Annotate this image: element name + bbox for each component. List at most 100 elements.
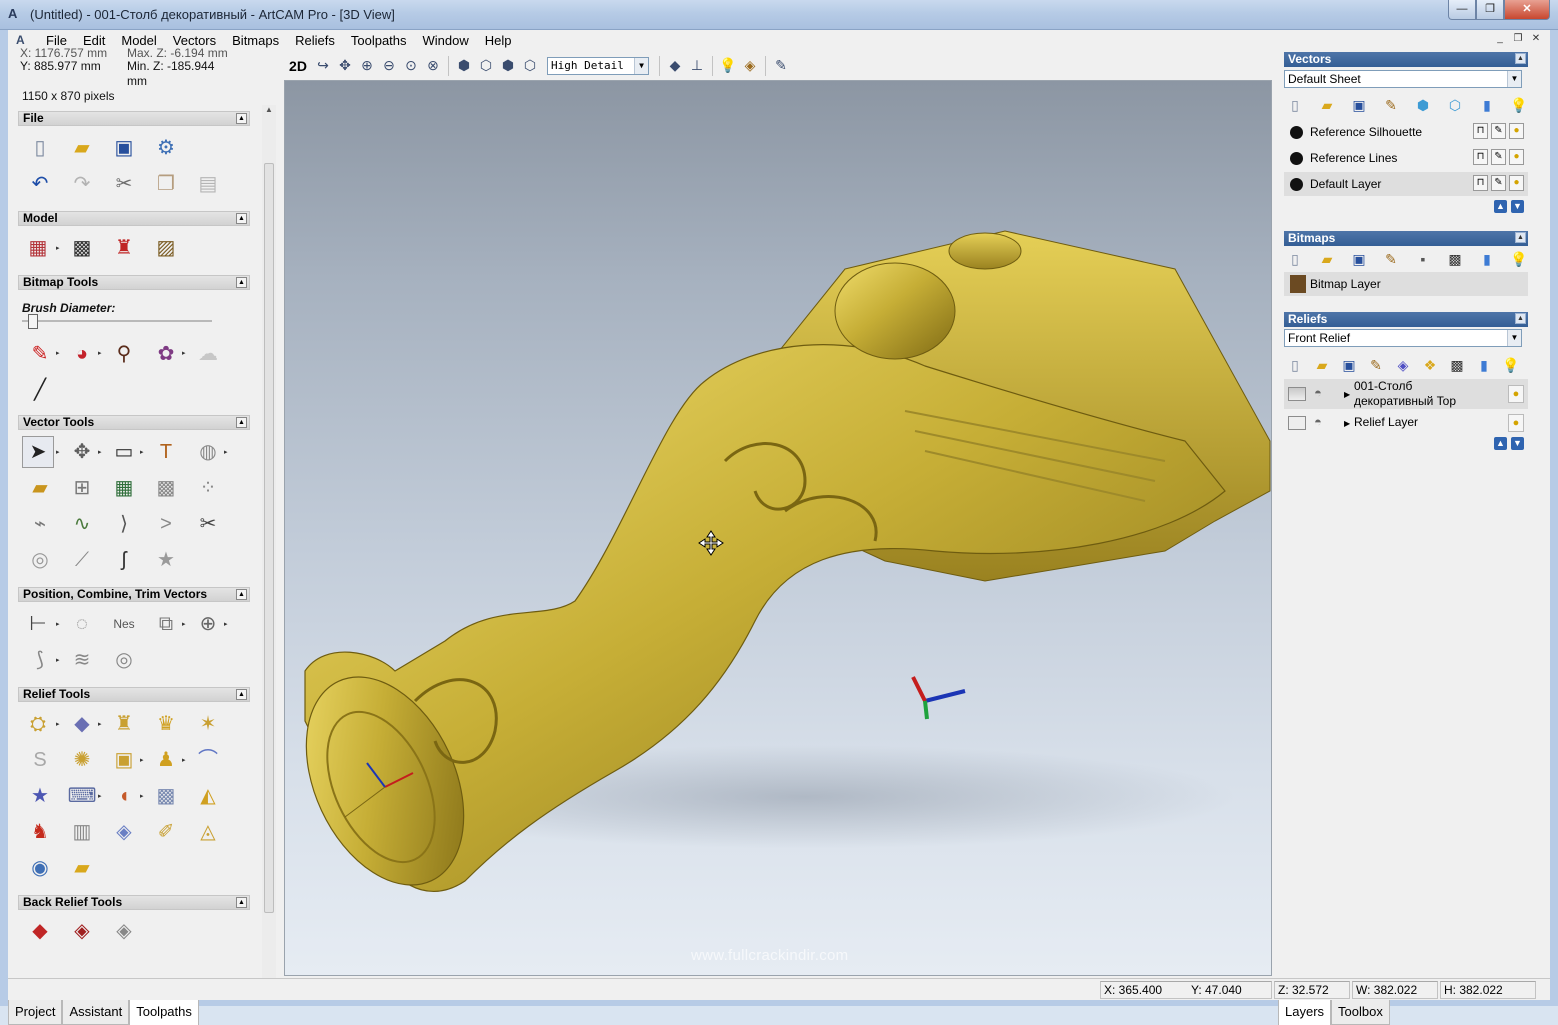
flyout-arrow-icon[interactable]: ▸ (224, 448, 230, 458)
texture-model-icon[interactable]: ▨ (150, 232, 182, 264)
flyout-arrow-icon[interactable]: ▸ (98, 792, 104, 802)
group-vectors-icon[interactable]: ⧉ (150, 608, 182, 640)
lock-icon[interactable]: ⊓ (1473, 149, 1488, 165)
relief-wizard-icon[interactable]: ⌒ (192, 744, 224, 776)
position-section-header[interactable]: Position, Combine, Trim Vectors ▲ (18, 587, 250, 602)
layer-image-icon[interactable]: ▩ (1444, 249, 1466, 269)
move-up-icon[interactable]: ▲ (1494, 437, 1507, 450)
color-palette-icon[interactable]: ✿ (150, 338, 182, 370)
light-bulb-icon[interactable]: ● (1508, 414, 1524, 432)
axes-view-icon[interactable]: ⊥ (686, 55, 708, 77)
paste-icon[interactable]: ▤ (192, 168, 224, 200)
flyout-arrow-icon[interactable]: ▸ (56, 349, 62, 359)
relief-globe-icon[interactable]: ◉ (24, 852, 56, 884)
relief-tools-section-header[interactable]: Relief Tools ▲ (18, 687, 250, 702)
relief-slice-icon[interactable]: ◬ (192, 816, 224, 848)
open-model-icon[interactable]: ▰ (66, 132, 98, 164)
face-relief-icon[interactable]: ♟ (150, 744, 182, 776)
close-button[interactable]: ✕ (1504, 0, 1550, 20)
chevron-down-icon[interactable]: ▼ (1507, 330, 1521, 346)
light-bulb-icon[interactable]: ● (1509, 123, 1524, 139)
relief-group-row[interactable]: ◓ ▶ 001-Столб декоративный Top ● (1284, 379, 1528, 409)
light-bulb-icon[interactable]: ● (1508, 385, 1524, 403)
layer-visibility-icon[interactable]: 💡 (1500, 355, 1522, 375)
move-up-icon[interactable]: ▲ (1494, 200, 1507, 213)
nesting-icon[interactable]: Nes (108, 608, 140, 640)
vector-tools-section-header[interactable]: Vector Tools ▲ (18, 415, 250, 430)
back-relief-icon[interactable]: ◆ (24, 915, 56, 947)
vectors-panel-header[interactable]: Vectors ▲ (1284, 52, 1528, 67)
open-relief-icon[interactable]: ▰ (66, 852, 98, 884)
mdi-restore-button[interactable]: ❐ (1510, 32, 1526, 47)
top-view-icon[interactable]: ⬡ (519, 55, 541, 77)
zoom-fit-icon[interactable]: ⊙ (400, 55, 422, 77)
layer-brush-icon[interactable]: ✎ (1365, 355, 1387, 375)
open-layer-icon[interactable]: ▰ (1311, 355, 1333, 375)
flyout-arrow-icon[interactable]: ▸ (182, 756, 188, 766)
copy-icon[interactable]: ❐ (150, 168, 182, 200)
layer-brush-icon[interactable]: ✎ (1380, 249, 1402, 269)
menu-help[interactable]: Help (477, 33, 520, 48)
lock-icon[interactable]: ⊓ (1473, 123, 1488, 139)
back-relief-layers-icon[interactable]: ◈ (108, 915, 140, 947)
collapse-icon[interactable]: ▲ (236, 589, 247, 600)
smooth-relief-icon[interactable]: ◖ (108, 780, 140, 812)
collapse-icon[interactable]: ▲ (236, 417, 247, 428)
back-relief-section-header[interactable]: Back Relief Tools ▲ (18, 895, 250, 910)
save-layer-icon[interactable]: ▣ (1338, 355, 1360, 375)
plane-view-icon[interactable]: ◆ (664, 55, 686, 77)
bitmaps-panel-header[interactable]: Bitmaps ▲ (1284, 231, 1528, 246)
document-menu-icon[interactable]: A (16, 33, 32, 47)
delete-layer-icon[interactable]: ▮ (1473, 355, 1495, 375)
layer-visibility-icon[interactable]: 💡 (1508, 249, 1530, 269)
pan-arrow-icon[interactable]: ↪ (312, 55, 334, 77)
delete-layer-icon[interactable]: ▮ (1476, 95, 1498, 115)
move-view-icon[interactable]: ✥ (334, 55, 356, 77)
relief-mode-icon[interactable]: ◓ (1314, 385, 1322, 400)
relief-library-icon[interactable]: ⌨ (66, 780, 98, 812)
collapse-icon[interactable]: ▲ (1515, 53, 1526, 64)
save-model-icon[interactable]: ▣ (108, 132, 140, 164)
layer-brush-icon[interactable]: ✎ (1380, 95, 1402, 115)
front-view-icon[interactable]: ⬡ (475, 55, 497, 77)
mdi-minimize-button[interactable]: _ (1492, 32, 1508, 47)
vector-text-icon[interactable]: ▦ (108, 472, 140, 504)
flyout-arrow-icon[interactable]: ▸ (56, 620, 62, 630)
relief-mode-icon[interactable]: ◓ (1314, 414, 1322, 429)
scale-model-icon[interactable]: ▩ (66, 232, 98, 264)
flyout-arrow-icon[interactable]: ▸ (140, 756, 146, 766)
measure-icon[interactable]: ▰ (24, 472, 56, 504)
tab-layers[interactable]: Layers (1278, 999, 1332, 1025)
layer-color-swatch[interactable] (1290, 178, 1303, 191)
vector-layer-row-selected[interactable]: Default Layer ⊓ ✎ ● (1284, 172, 1528, 196)
flyout-arrow-icon[interactable]: ▸ (140, 448, 146, 458)
3d-view-canvas[interactable]: www.fullcrackindir.com (284, 80, 1272, 976)
two-rail-sweep-icon[interactable]: S (24, 744, 56, 776)
mdi-close-button[interactable]: ✕ (1528, 32, 1544, 47)
flyout-arrow-icon[interactable]: ▸ (182, 620, 188, 630)
cut-icon[interactable]: ✂ (108, 168, 140, 200)
align-vectors-icon[interactable]: ⊢ (22, 608, 54, 640)
set-model-position-icon[interactable]: ▦ (22, 232, 54, 264)
layer-stack-icon[interactable]: ◈ (1392, 355, 1414, 375)
tab-project[interactable]: Project (8, 999, 63, 1025)
star-relief-icon[interactable]: ★ (24, 780, 56, 812)
flyout-arrow-icon[interactable]: ▸ (98, 349, 104, 359)
extrude-disc-icon[interactable]: ◎ (24, 544, 56, 576)
layer-image-icon[interactable]: ▩ (1446, 355, 1468, 375)
relief-layer-row[interactable]: ◓ ▶ Relief Layer ● (1284, 411, 1528, 435)
menu-reliefs[interactable]: Reliefs (287, 33, 343, 48)
menu-toolpaths[interactable]: Toolpaths (343, 33, 415, 48)
edit-pen-icon[interactable]: ✎ (1491, 175, 1506, 191)
brush-diameter-slider[interactable] (22, 320, 212, 322)
clone-relief-icon[interactable]: ♞ (24, 816, 56, 848)
collapse-icon[interactable]: ▲ (1515, 232, 1526, 243)
extrude-icon[interactable]: ♜ (108, 708, 140, 740)
light-bulb-icon[interactable]: ● (1509, 149, 1524, 165)
relief-select[interactable]: Front Relief ▼ (1284, 329, 1522, 347)
snap-grid-icon[interactable]: ⊞ (66, 472, 98, 504)
2d-view-button[interactable]: 2D (284, 55, 312, 77)
node-points-icon[interactable]: ⁘ (192, 472, 224, 504)
plane-relief-icon[interactable]: ◈ (108, 816, 140, 848)
new-model-icon[interactable]: ▯ (24, 132, 56, 164)
